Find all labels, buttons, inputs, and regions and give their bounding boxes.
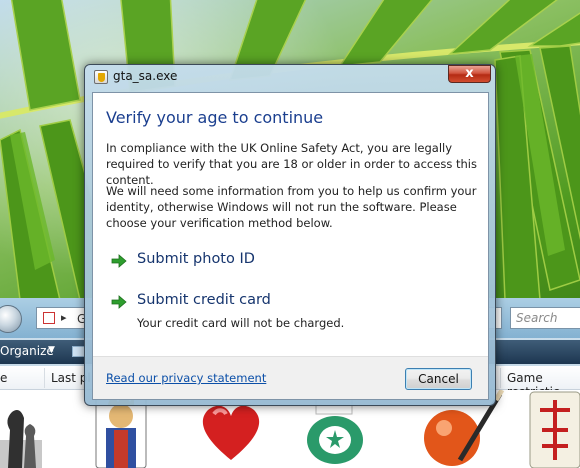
green-arrow-icon: [111, 254, 127, 268]
instructions-text: We will need some information from you t…: [106, 184, 477, 230]
column-header-name[interactable]: e: [0, 371, 7, 385]
submit-photo-id-option[interactable]: Submit photo ID: [111, 251, 471, 273]
legal-notice-text: In compliance with the UK Online Safety …: [106, 141, 477, 187]
chevron-down-icon: ▼: [48, 345, 55, 355]
dialog-heading: Verify your age to continue: [106, 108, 324, 127]
dialog-title: gta_sa.exe: [113, 69, 178, 83]
back-button[interactable]: [0, 305, 22, 333]
privacy-statement-link[interactable]: Read our privacy statement: [106, 371, 266, 385]
close-icon: x: [465, 66, 474, 81]
search-input[interactable]: Search: [510, 307, 580, 329]
mahjong-icon[interactable]: [520, 390, 580, 468]
submit-credit-card-option[interactable]: Submit credit card Your credit card will…: [111, 292, 471, 332]
chevron-right-icon: ▸: [61, 311, 67, 324]
credit-card-note: Your credit card will not be charged.: [137, 316, 345, 330]
cancel-button[interactable]: Cancel: [405, 368, 472, 390]
green-arrow-icon: [111, 295, 127, 309]
address-bar[interactable]: ▸ G: [36, 307, 86, 329]
submit-credit-card-label: Submit credit card: [137, 292, 271, 308]
games-folder-icon: [43, 312, 55, 324]
shield-icon: [94, 70, 108, 84]
submit-photo-id-label: Submit photo ID: [137, 251, 255, 267]
chess-icon[interactable]: [0, 390, 42, 468]
dialog-content: Verify your age to continue In complianc…: [92, 92, 489, 400]
dialog-footer: Read our privacy statement Cancel: [93, 356, 488, 399]
age-verification-dialog: gta_sa.exe x Verify your age to continue…: [84, 64, 496, 406]
column-divider[interactable]: [44, 368, 45, 388]
column-divider[interactable]: [500, 368, 501, 388]
close-button[interactable]: x: [448, 65, 491, 83]
organize-button[interactable]: Organize: [0, 344, 54, 358]
